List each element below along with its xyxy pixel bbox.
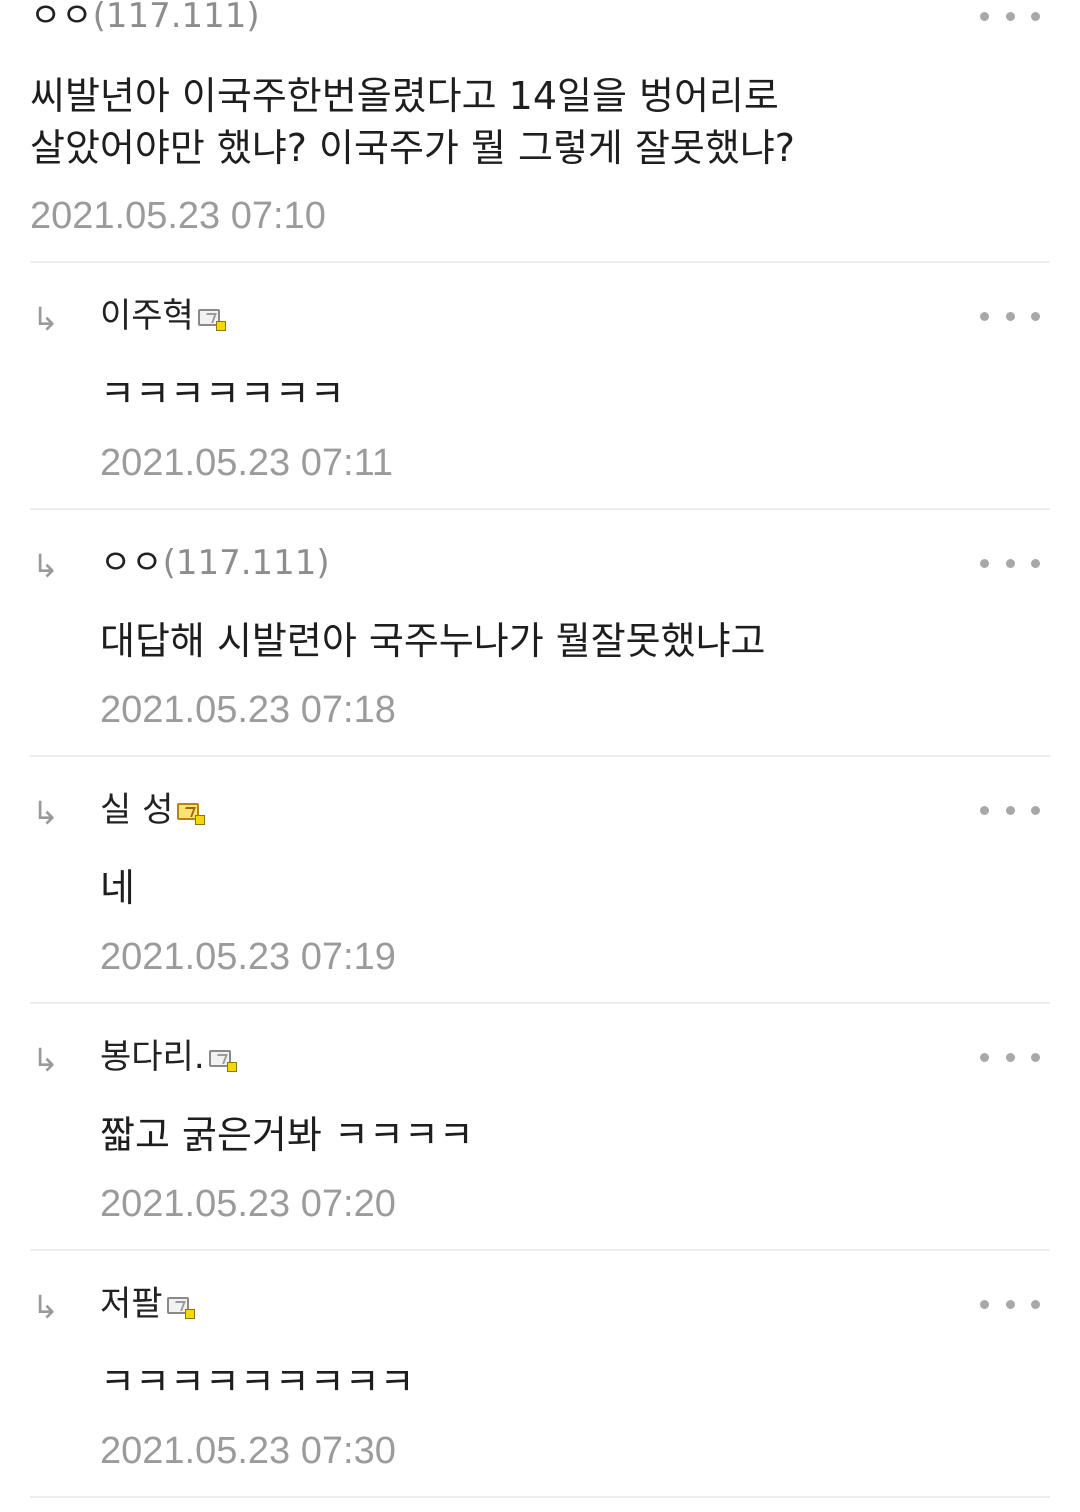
comment-text-line: 살았어야만 했냐? 이국주가 뭘 그렇게 잘못했냐? bbox=[30, 126, 795, 170]
comment-date: 2021.05.23 07:10 bbox=[30, 195, 326, 237]
comment-text: ㅋㅋㅋㅋㅋㅋㅋ bbox=[100, 372, 345, 416]
comment-date: 2021.05.23 07:20 bbox=[100, 1183, 396, 1225]
comment-author[interactable]: 실 성 bbox=[100, 786, 206, 834]
comment-date: 2021.05.23 07:18 bbox=[100, 689, 396, 731]
reply-arrow-icon: ↳ bbox=[32, 1288, 59, 1326]
more-options-icon[interactable] bbox=[980, 308, 1040, 324]
comment-text: 네 bbox=[100, 866, 135, 910]
reply-arrow-icon: ↳ bbox=[32, 547, 59, 585]
comment-text: 대답해 시발련아 국주누나가 뭘잘못했냐고 bbox=[100, 619, 766, 663]
comment-author[interactable]: 저팔 bbox=[100, 1280, 195, 1328]
comment-author[interactable]: ㅇㅇ (117.111) bbox=[100, 539, 330, 587]
gallog-icon[interactable] bbox=[208, 1048, 237, 1072]
comment-text: 씨발년아 이국주한번올렸다고 14일을 벙어리로 살았어야만 했냐? 이국주가 … bbox=[30, 70, 795, 174]
comment-text: 짧고 굵은거봐 ㅋㅋㅋㅋ bbox=[100, 1113, 474, 1157]
divider bbox=[30, 755, 1050, 757]
divider bbox=[30, 261, 1050, 263]
author-name: ㅇㅇ bbox=[100, 543, 163, 583]
divider bbox=[30, 1496, 1050, 1498]
author-ip: (117.111) bbox=[92, 0, 260, 36]
comment-date: 2021.05.23 07:11 bbox=[100, 442, 394, 484]
comment-text: ㅋㅋㅋㅋㅋㅋㅋㅋㅋ bbox=[100, 1360, 415, 1404]
author-name: 이주혁 bbox=[100, 296, 194, 336]
author-name: 실 성 bbox=[100, 790, 174, 830]
reply-arrow-icon: ↳ bbox=[32, 300, 59, 338]
author-name: 저팔 bbox=[100, 1284, 163, 1324]
comment-author[interactable]: 이주혁 bbox=[100, 292, 226, 340]
divider bbox=[30, 1249, 1050, 1251]
comment-date: 2021.05.23 07:19 bbox=[100, 936, 396, 978]
gallog-icon[interactable] bbox=[177, 801, 206, 825]
more-options-icon[interactable] bbox=[980, 8, 1040, 24]
reply-arrow-icon: ↳ bbox=[32, 794, 59, 832]
comment-text-line: 씨발년아 이국주한번올렸다고 14일을 벙어리로 bbox=[30, 74, 779, 118]
divider bbox=[30, 1002, 1050, 1004]
author-name: ㅇㅇ bbox=[30, 0, 93, 36]
more-options-icon[interactable] bbox=[980, 1296, 1040, 1312]
author-ip: (117.111) bbox=[162, 543, 330, 583]
divider bbox=[30, 508, 1050, 510]
author-name: 봉다리. bbox=[100, 1037, 205, 1077]
comment-author[interactable]: ㅇㅇ (117.111) bbox=[30, 0, 260, 40]
gallog-icon[interactable] bbox=[197, 307, 226, 331]
more-options-icon[interactable] bbox=[980, 555, 1040, 571]
more-options-icon[interactable] bbox=[980, 802, 1040, 818]
more-options-icon[interactable] bbox=[980, 1049, 1040, 1065]
reply-arrow-icon: ↳ bbox=[32, 1041, 59, 1079]
gallog-icon[interactable] bbox=[166, 1295, 195, 1319]
comment-author[interactable]: 봉다리. bbox=[100, 1033, 237, 1081]
comment-date: 2021.05.23 07:30 bbox=[100, 1430, 396, 1472]
